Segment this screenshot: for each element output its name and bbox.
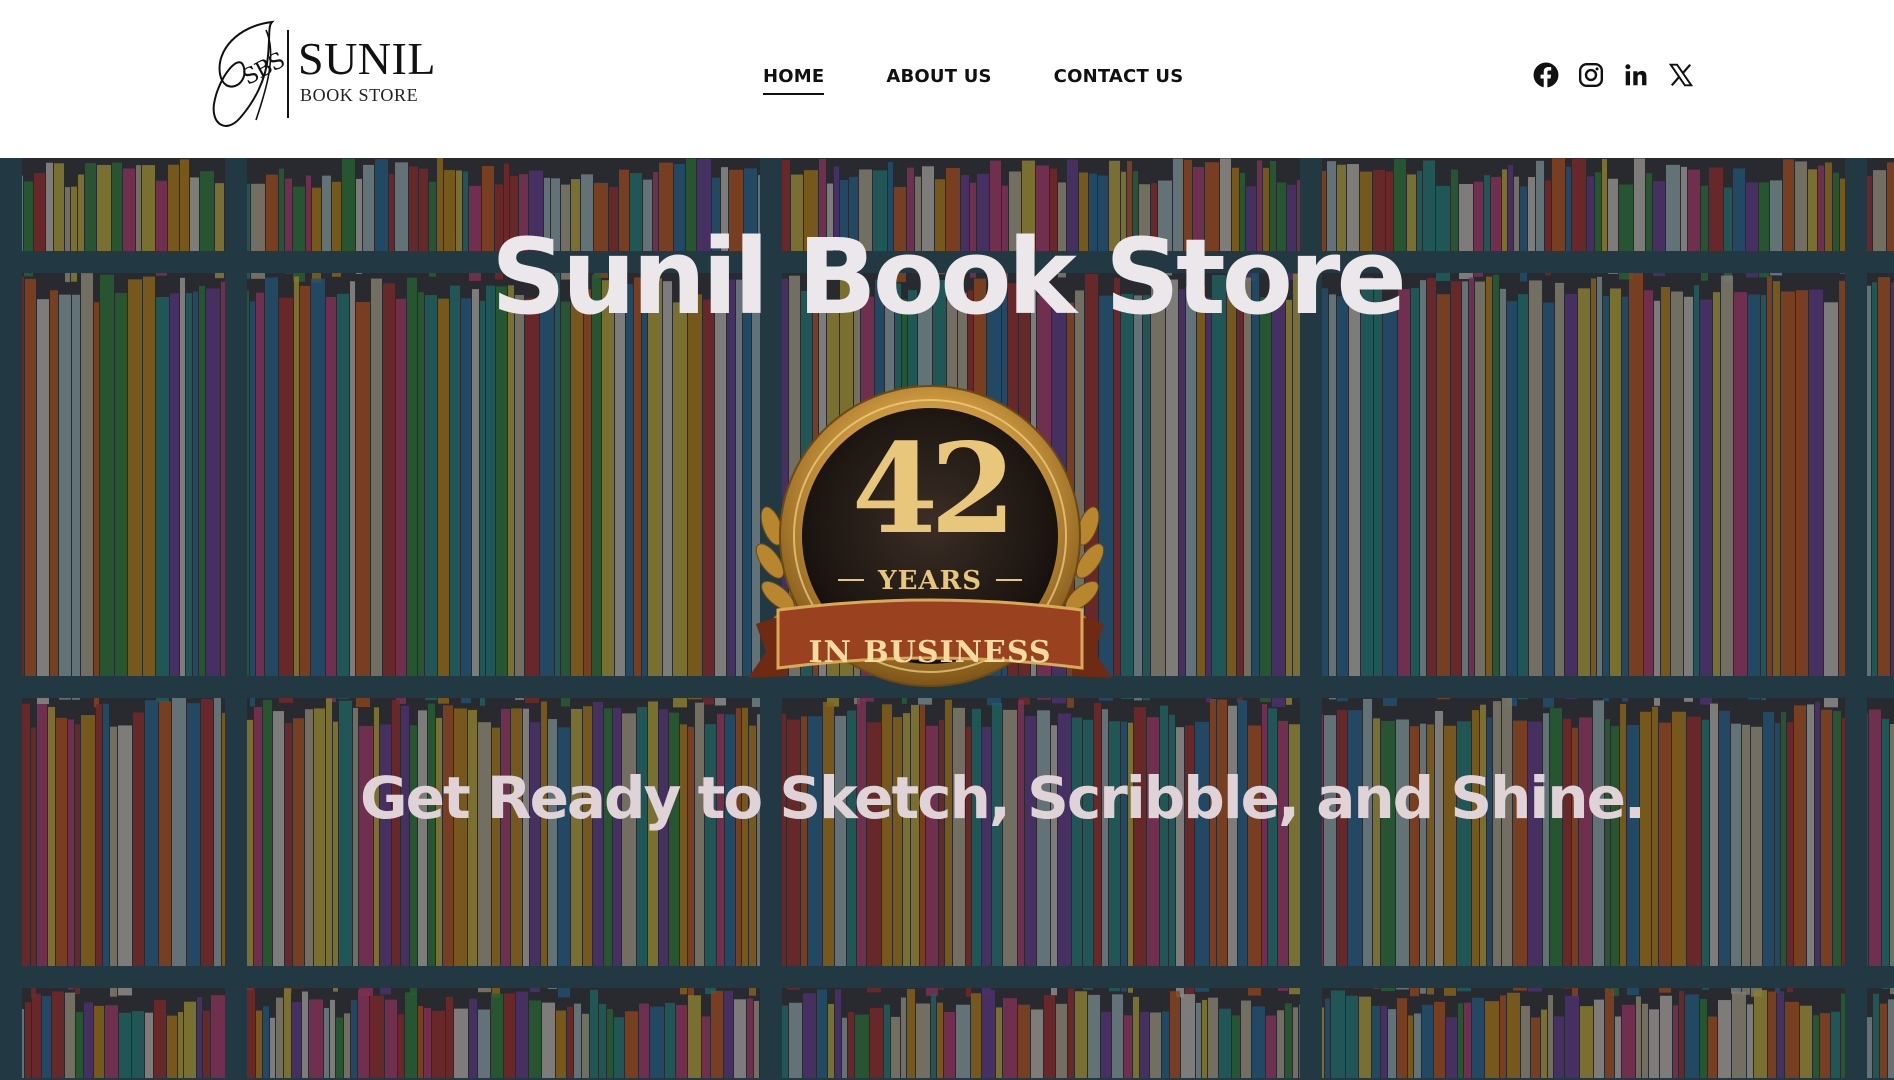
site-logo[interactable]: SBS SUNIL BOOK STORE xyxy=(208,16,435,138)
logo-subtitle: BOOK STORE xyxy=(300,85,419,105)
social-links xyxy=(1533,62,1694,88)
logo-name: SUNIL xyxy=(298,33,436,84)
linkedin-icon[interactable] xyxy=(1623,62,1649,88)
nav-contact-link[interactable]: CONTACT US xyxy=(1054,66,1184,95)
badge-years-label: YEARS xyxy=(878,566,982,596)
anniversary-badge: 42 YEARS IN BUSINESS xyxy=(740,376,1120,696)
nav-about-link[interactable]: ABOUT US xyxy=(886,66,991,95)
main-nav: HOME ABOUT US CONTACT US xyxy=(763,66,1183,95)
badge-years-number: 42 xyxy=(851,417,1017,562)
facebook-icon[interactable] xyxy=(1533,62,1559,88)
nav-home-link[interactable]: HOME xyxy=(763,66,825,95)
hero-title: Sunil Book Store xyxy=(491,216,1407,338)
badge-banner-text: IN BUSINESS xyxy=(808,635,1052,670)
site-header: SBS SUNIL BOOK STORE HOME ABOUT US CONTA… xyxy=(0,0,1894,158)
x-icon[interactable] xyxy=(1668,62,1694,88)
hero-tagline: Get Ready to Sketch, Scribble, and Shine… xyxy=(360,764,1646,832)
instagram-icon[interactable] xyxy=(1578,62,1604,88)
hero-section: Sunil Book Store 42 YEARS IN BUSINESS Ge… xyxy=(0,158,1894,1080)
